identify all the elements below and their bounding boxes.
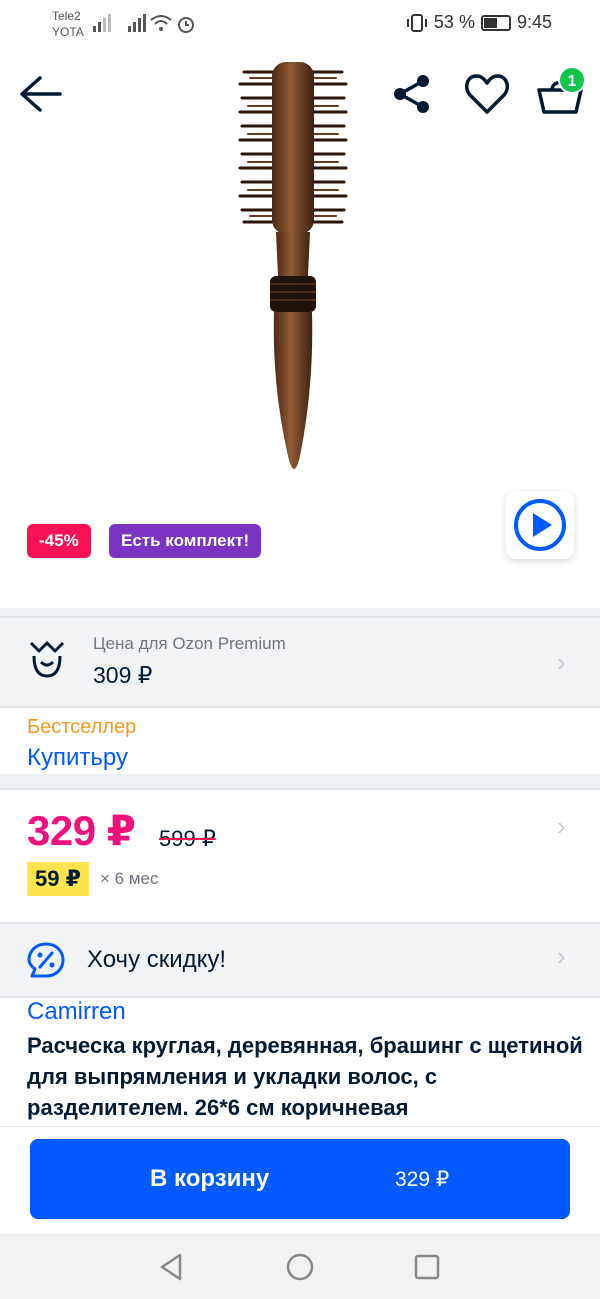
clock: 9:45 (516, 12, 552, 32)
kit-badge[interactable]: Есть комплект! (109, 524, 262, 558)
old-price: 599 ₽ (159, 826, 216, 851)
brand-link[interactable]: Camirren (27, 998, 126, 1026)
add-to-cart-button[interactable]: В корзину 329 ₽ (30, 1139, 570, 1219)
add-to-cart-price: 329 ₽ (395, 1168, 450, 1191)
play-icon (514, 499, 566, 551)
status-right: 53 % 9:45 (406, 12, 552, 33)
installment-price[interactable]: 59 ₽ (27, 862, 89, 896)
chevron-right-icon: › (557, 941, 566, 971)
discount-badge: -45% (27, 524, 91, 558)
arrow-left-icon[interactable] (18, 74, 62, 114)
add-to-cart-label: В корзину (150, 1165, 270, 1192)
discount-request-label: Хочу скидку! (87, 946, 227, 973)
recents-nav-icon[interactable] (414, 1254, 440, 1280)
signal-icon (128, 14, 146, 32)
seller-link[interactable]: Купитьру (27, 744, 128, 772)
chevron-right-icon: › (557, 811, 566, 841)
ozon-premium-crown-icon (29, 641, 65, 678)
current-price: 329 ₽ (27, 807, 136, 854)
installment-term: × 6 мес (100, 869, 159, 888)
section-divider (0, 774, 600, 788)
signal-icon (93, 14, 111, 32)
battery-icon (480, 14, 511, 31)
product-image[interactable] (230, 56, 360, 486)
carrier-1: Tele2 (52, 9, 81, 23)
product-title: Расческа круглая, деревянная, брашинг с … (27, 1033, 583, 1120)
percent-chat-icon (27, 942, 65, 978)
premium-price: 309 ₽ (93, 662, 153, 688)
share-icon[interactable] (390, 72, 434, 116)
bestseller-label: Бестселлер (27, 716, 137, 738)
home-nav-icon[interactable] (285, 1252, 315, 1282)
chevron-right-icon: › (557, 647, 566, 677)
heart-icon[interactable] (464, 72, 510, 116)
system-nav-bar (0, 1234, 600, 1299)
status-bar: Tele2 YOTA 53 % 9:45 (0, 0, 600, 48)
carrier-info: Tele2 YOTA (52, 8, 84, 40)
wifi-icon (150, 15, 172, 31)
vibrate-icon (406, 13, 427, 32)
video-button[interactable] (506, 491, 574, 559)
premium-label: Цена для Ozon Premium (93, 634, 286, 653)
alarm-icon (178, 17, 194, 33)
battery-percent: 53 % (433, 12, 475, 32)
premium-price-row[interactable] (0, 616, 600, 708)
carrier-2: YOTA (52, 25, 84, 39)
section-divider (0, 608, 600, 616)
back-nav-icon[interactable] (158, 1252, 184, 1282)
cart-count-badge: 1 (558, 66, 586, 94)
